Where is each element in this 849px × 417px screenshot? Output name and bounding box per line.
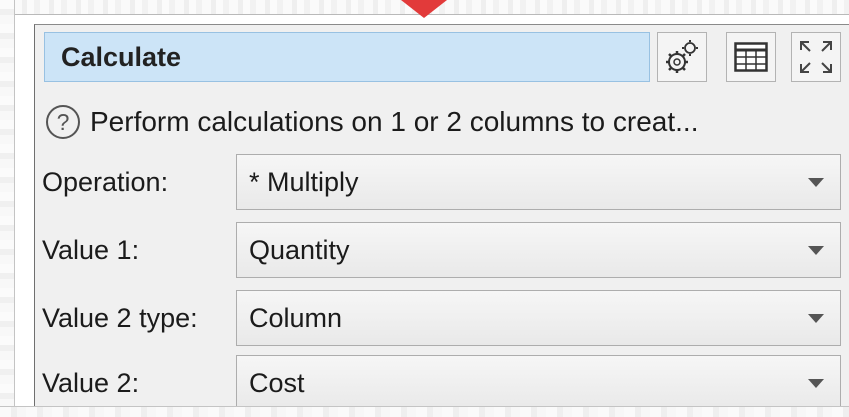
table-icon — [734, 42, 768, 72]
value2-dropdown[interactable]: Cost — [236, 355, 841, 411]
value2-value: Cost — [249, 368, 305, 398]
value2-type-dropdown[interactable]: Column — [236, 290, 841, 346]
value2-type-value: Column — [249, 303, 343, 333]
operation-dropdown[interactable]: * Multiply — [236, 154, 841, 210]
table-view-button[interactable] — [726, 32, 776, 82]
panel-title: Calculate — [44, 32, 650, 82]
maximize-icon — [800, 41, 832, 73]
settings-button[interactable] — [657, 32, 707, 82]
help-text: Perform calculations on 1 or 2 columns t… — [90, 106, 699, 137]
operation-value: * Multiply — [249, 167, 359, 197]
chevron-down-icon — [808, 314, 824, 323]
help-icon[interactable]: ? — [46, 105, 80, 139]
value2-label: Value 2: — [42, 368, 140, 398]
operation-label: Operation: — [42, 167, 169, 197]
chevron-down-icon — [808, 246, 824, 255]
torn-bottom-edge — [0, 406, 849, 417]
connector-arrow-icon — [401, 0, 447, 18]
value1-label: Value 1: — [42, 235, 140, 265]
value2-type-label: Value 2 type: — [42, 303, 198, 333]
value1-value: Quantity — [249, 235, 350, 265]
chevron-down-icon — [808, 379, 824, 388]
value1-dropdown[interactable]: Quantity — [236, 222, 841, 278]
torn-left-edge — [0, 0, 15, 417]
help-row: ? Perform calculations on 1 or 2 columns… — [44, 100, 699, 144]
maximize-button[interactable] — [791, 32, 841, 82]
settings-icon — [666, 40, 698, 73]
chevron-down-icon — [808, 178, 824, 187]
